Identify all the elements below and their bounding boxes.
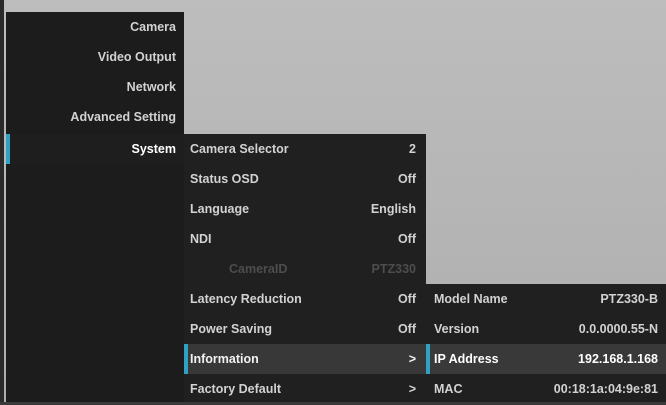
info-label: Version	[434, 322, 480, 336]
info-value: 00:18:1a:04:9e:81	[553, 382, 658, 396]
setting-value: 2	[409, 142, 416, 156]
active-indicator	[184, 344, 188, 374]
setting-value: Off	[397, 172, 416, 186]
menu-item-system[interactable]: System	[6, 134, 184, 164]
info-label: IP Address	[434, 352, 499, 366]
setting-label: Camera Selector	[190, 142, 289, 156]
info-label: MAC	[434, 382, 463, 396]
setting-power-saving[interactable]: Power Saving Off	[184, 314, 426, 344]
menu-item-video-output[interactable]: Video Output	[6, 42, 184, 72]
info-value: 192.168.1.168	[578, 352, 658, 366]
setting-status-osd[interactable]: Status OSD Off	[184, 164, 426, 194]
setting-label: CameraID	[229, 262, 288, 276]
chevron-right-icon: >	[408, 382, 416, 396]
active-indicator	[6, 134, 10, 164]
setting-value: PTZ330	[371, 262, 416, 276]
setting-label: NDI	[190, 232, 212, 246]
menu-item-camera[interactable]: Camera	[6, 12, 184, 42]
info-mac: MAC 00:18:1a:04:9e:81	[426, 374, 666, 404]
info-ip-address[interactable]: IP Address 192.168.1.168	[426, 344, 666, 374]
setting-label: Language	[190, 202, 250, 216]
setting-information[interactable]: Information >	[184, 344, 426, 374]
setting-value: Off	[397, 322, 416, 336]
info-label: Model Name	[434, 292, 508, 306]
info-model-name: Model Name PTZ330-B	[426, 284, 666, 314]
setting-language[interactable]: Language English	[184, 194, 426, 224]
setting-label: Factory Default	[190, 382, 281, 396]
setting-ndi[interactable]: NDI Off	[184, 224, 426, 254]
setting-camera-selector[interactable]: Camera Selector 2	[184, 134, 426, 164]
menu-item-label: Camera	[130, 20, 176, 34]
setting-value: English	[370, 202, 416, 216]
main-menu: Camera Video Output Network Advanced Set…	[6, 12, 184, 405]
information-submenu: Model Name PTZ330-B Version 0.0.0000.55-…	[426, 284, 666, 405]
menu-item-advanced-setting[interactable]: Advanced Setting	[6, 102, 184, 132]
menu-item-network[interactable]: Network	[6, 72, 184, 102]
menu-item-label: Video Output	[97, 50, 176, 64]
setting-value: Off	[397, 292, 416, 306]
setting-value: Off	[397, 232, 416, 246]
setting-label: Power Saving	[190, 322, 272, 336]
screen-edge-left	[0, 0, 4, 405]
system-submenu: Camera Selector 2 Status OSD Off Languag…	[184, 134, 426, 405]
info-value: 0.0.0000.55-N	[578, 322, 658, 336]
setting-label: Latency Reduction	[190, 292, 302, 306]
menu-item-label: System	[131, 142, 176, 156]
menu-item-label: Network	[126, 80, 176, 94]
setting-camera-id: CameraID PTZ330	[184, 254, 426, 284]
setting-factory-default[interactable]: Factory Default >	[184, 374, 426, 404]
setting-latency-reduction[interactable]: Latency Reduction Off	[184, 284, 426, 314]
setting-label: Information	[190, 352, 259, 366]
info-value: PTZ330-B	[600, 292, 658, 306]
info-version: Version 0.0.0000.55-N	[426, 314, 666, 344]
menu-item-label: Advanced Setting	[70, 110, 176, 124]
chevron-right-icon: >	[408, 352, 416, 366]
setting-label: Status OSD	[190, 172, 259, 186]
active-indicator	[426, 344, 430, 374]
